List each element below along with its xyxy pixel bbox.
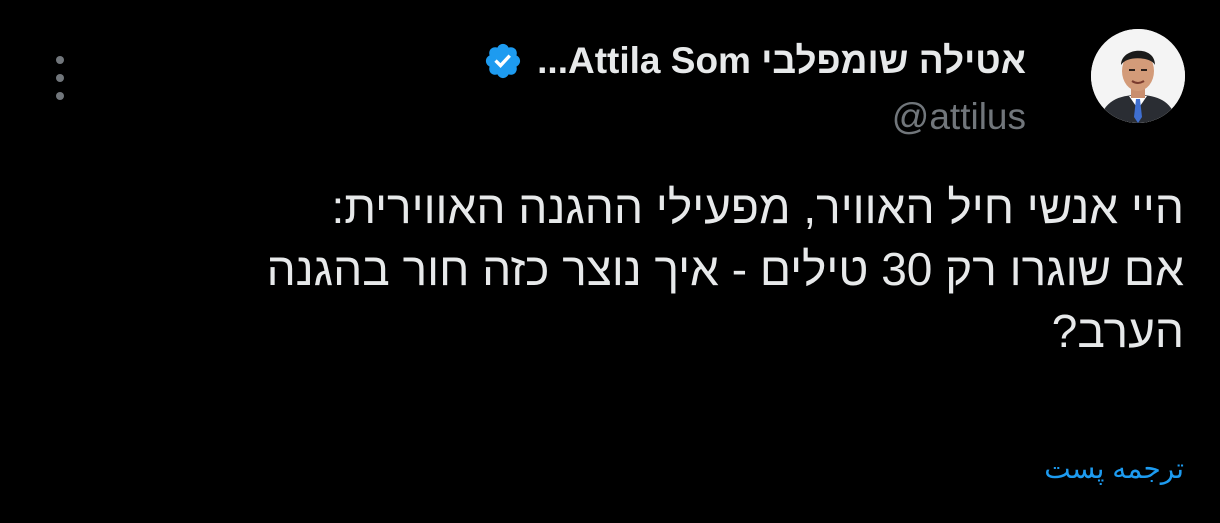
avatar-image (1091, 29, 1185, 123)
author-handle[interactable]: @attilus (483, 96, 1026, 138)
more-vertical-icon[interactable] (50, 56, 70, 100)
avatar[interactable] (1091, 29, 1185, 123)
author-display-name[interactable]: אטילה שומפלבי Attila Som... (537, 40, 1026, 82)
more-dot (56, 92, 64, 100)
translate-post-link[interactable]: ترجمه پست (1044, 452, 1184, 485)
verified-badge-icon (483, 41, 523, 81)
post-header: אטילה שומפלבי Attila Som... @attilus (483, 34, 1026, 138)
more-dot (56, 74, 64, 82)
more-dot (56, 56, 64, 64)
post-text: היי אנשי חיל האוויר, מפעילי ההגנה האוויר… (266, 181, 1184, 357)
author-name-row[interactable]: אטילה שומפלבי Attila Som... (483, 34, 1026, 88)
